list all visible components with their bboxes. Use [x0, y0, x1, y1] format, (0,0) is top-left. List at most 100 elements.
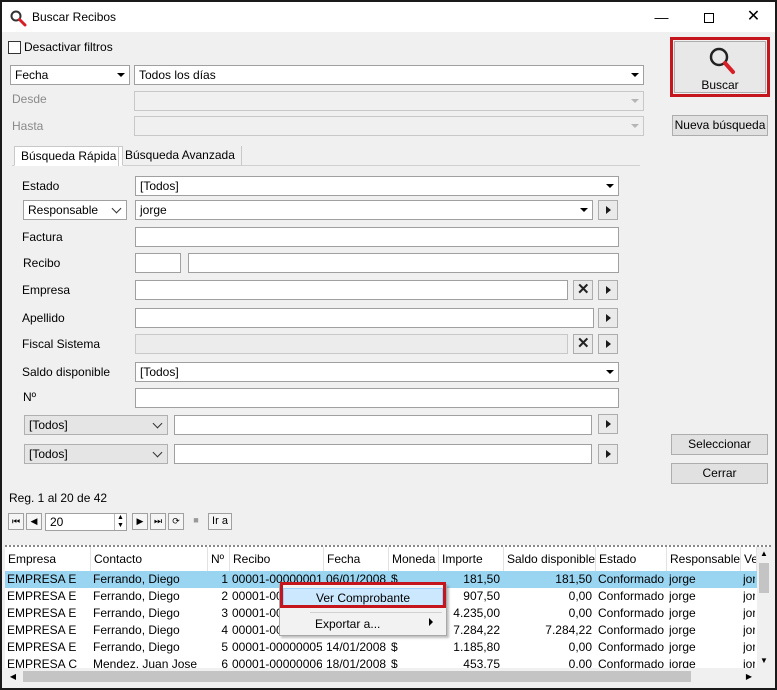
table-cell: 0,00: [568, 606, 592, 620]
table-cell: EMPRESA E: [7, 572, 77, 586]
last-page-button[interactable]: ⏭: [150, 513, 166, 530]
tab-advanced-search[interactable]: Búsqueda Avanzada: [118, 146, 242, 166]
table-cell: Conformado: [598, 623, 665, 637]
extra-filter-2-input[interactable]: [174, 444, 592, 464]
table-row[interactable]: EMPRESA E Ferrando, Diego 5 00001-00000005 1…: [5, 639, 757, 656]
apellido-input[interactable]: [135, 308, 594, 328]
estado-select[interactable]: [Todos]: [135, 176, 619, 196]
maximize-button[interactable]: [686, 2, 731, 32]
dropdown-arrow-icon: [631, 124, 639, 128]
table-cell: 1.185,80: [453, 640, 500, 654]
dropdown-arrow-icon: [580, 208, 588, 212]
column-header[interactable]: Nº: [208, 547, 230, 571]
spinner-icon[interactable]: ▲ ▼: [114, 514, 126, 530]
column-header[interactable]: Recibo: [230, 547, 324, 571]
next-page-icon: ▶: [136, 516, 144, 526]
refresh-button[interactable]: ⟳: [168, 513, 184, 530]
deactivate-filters-checkbox[interactable]: [8, 41, 21, 54]
column-header[interactable]: Ve: [741, 547, 757, 571]
column-header[interactable]: Estado: [596, 547, 667, 571]
column-header[interactable]: Moneda: [389, 547, 439, 571]
stop-button[interactable]: ■: [188, 513, 204, 530]
responsable-select[interactable]: jorge: [135, 200, 593, 220]
context-item-label: Exportar a...: [315, 617, 381, 631]
empresa-input[interactable]: [135, 280, 568, 300]
search-icon: [10, 10, 27, 27]
fiscal-clear-button[interactable]: ✕: [573, 334, 593, 354]
play-icon: [606, 206, 611, 214]
scroll-up-icon[interactable]: ▲: [757, 547, 771, 561]
chevron-down-icon: [111, 203, 122, 214]
vertical-scrollbar[interactable]: ▲ ▼: [757, 547, 771, 668]
factura-label: Factura: [22, 230, 63, 244]
fiscal-go-button[interactable]: [598, 334, 618, 354]
horizontal-scrollbar[interactable]: ◀ ▶: [5, 668, 757, 685]
play-icon: [606, 314, 611, 322]
context-separator: [310, 612, 442, 613]
deactivate-filters-label: Desactivar filtros: [24, 40, 113, 54]
saldo-select[interactable]: [Todos]: [135, 362, 619, 382]
scroll-right-icon[interactable]: ▶: [741, 668, 757, 685]
apellido-label: Apellido: [22, 311, 65, 325]
recibo-prefix-input[interactable]: [135, 253, 181, 273]
tab-quick-search[interactable]: Búsqueda Rápida: [14, 146, 124, 166]
extra-filter-1-select[interactable]: [Todos]: [24, 415, 168, 435]
new-search-button[interactable]: Nueva búsqueda: [672, 115, 768, 136]
empresa-go-button[interactable]: [598, 280, 618, 300]
table-cell: Ferrando, Diego: [93, 572, 180, 586]
table-cell: Conformado: [598, 640, 665, 654]
date-field-select[interactable]: Fecha: [10, 65, 130, 85]
close-button[interactable]: Cerrar: [671, 463, 768, 484]
column-header[interactable]: Fecha: [324, 547, 389, 571]
horizontal-scroll-thumb[interactable]: [23, 671, 691, 682]
table-cell: jorge: [669, 623, 696, 637]
numero-label: Nº: [23, 390, 37, 404]
empresa-clear-button[interactable]: ✕: [573, 280, 593, 300]
table-cell: 0,00: [568, 589, 592, 603]
table-cell: 14/01/2008: [326, 640, 387, 654]
next-page-button[interactable]: ▶: [132, 513, 148, 530]
table-cell: jorge: [669, 606, 696, 620]
apellido-go-button[interactable]: [598, 308, 618, 328]
close-window-button[interactable]: ✕: [731, 2, 775, 32]
extra-filter-1-input[interactable]: [174, 415, 592, 435]
vertical-scroll-thumb[interactable]: [759, 563, 769, 593]
responsable-type-select[interactable]: Responsable: [23, 200, 127, 220]
recibo-number-input[interactable]: [188, 253, 619, 273]
extra-filter-2-go-button[interactable]: [598, 444, 618, 464]
scroll-left-icon[interactable]: ◀: [5, 668, 21, 685]
to-date-field[interactable]: [134, 116, 644, 136]
column-header[interactable]: Saldo disponible: [504, 547, 596, 571]
context-item-export[interactable]: Exportar a...: [283, 615, 443, 634]
from-date-field[interactable]: [134, 91, 644, 111]
numero-input[interactable]: [135, 388, 619, 408]
table-cell: 1: [221, 572, 228, 586]
select-button[interactable]: Seleccionar: [671, 434, 768, 455]
table-cell: 7.284,22: [545, 623, 592, 637]
window-title: Buscar Recibos: [32, 10, 117, 24]
first-page-button[interactable]: ⏮: [8, 513, 24, 530]
scroll-down-icon[interactable]: ▼: [757, 654, 771, 668]
table-cell: Ferrando, Diego: [93, 623, 180, 637]
column-header[interactable]: Empresa: [5, 547, 91, 571]
close-icon: ✕: [577, 281, 590, 298]
fiscal-input[interactable]: [135, 334, 568, 354]
column-header[interactable]: Responsable: [667, 547, 741, 571]
extra-filter-1-go-button[interactable]: [598, 414, 618, 434]
factura-input[interactable]: [135, 227, 619, 247]
prev-page-button[interactable]: ◀: [26, 513, 42, 530]
table-cell: $: [391, 640, 398, 654]
responsable-go-button[interactable]: [598, 200, 618, 220]
table-cell: 4.235,00: [453, 606, 500, 620]
play-icon: [606, 286, 611, 294]
grid-header: Empresa Contacto Nº Recibo Fecha Moneda Import…: [5, 547, 757, 571]
minimize-button[interactable]: —: [639, 2, 684, 32]
column-header[interactable]: Contacto: [91, 547, 208, 571]
table-cell: Conformado: [598, 606, 665, 620]
table-cell: EMPRESA E: [7, 623, 77, 637]
extra-filter-2-select[interactable]: [Todos]: [24, 444, 168, 464]
goto-button[interactable]: Ir a: [208, 513, 232, 530]
page-size-input[interactable]: 20 ▲ ▼: [45, 513, 127, 531]
date-range-select[interactable]: Todos los días: [134, 65, 644, 85]
column-header[interactable]: Importe: [439, 547, 504, 571]
